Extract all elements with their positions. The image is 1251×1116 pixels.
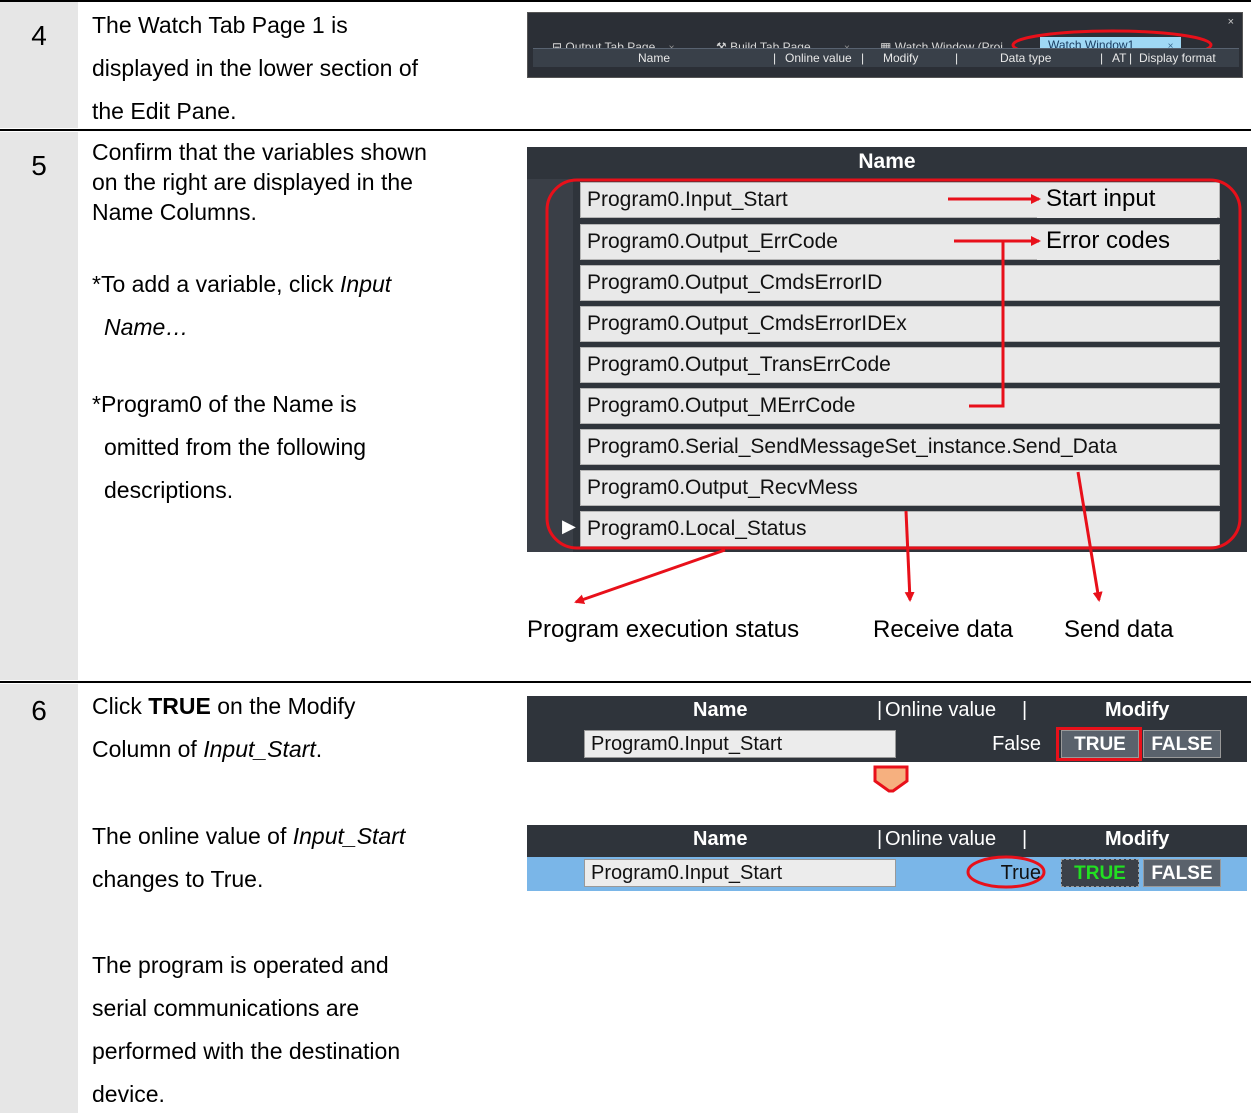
column-separator: | (861, 51, 865, 65)
text-line: displayed in the lower section of (92, 55, 419, 81)
column-online-value: Online value (785, 51, 852, 65)
text-line: The Watch Tab Page 1 is (92, 12, 348, 38)
note-italic: Name… (104, 314, 189, 340)
text-line: Confirm that the variables shown (92, 139, 427, 165)
watch-column-header: Name | Online value | Modify | Data type… (533, 48, 1239, 67)
true-button[interactable]: TRUE (1061, 859, 1139, 887)
false-button[interactable]: FALSE (1143, 730, 1221, 758)
row-divider (0, 681, 1251, 683)
text-part: . (315, 736, 323, 762)
step-6-instruction: Click TRUE on the Modify Column of Input… (92, 685, 355, 771)
column-data-type: Data type (1000, 51, 1052, 65)
column-separator: | (1100, 51, 1104, 65)
header-separator: | (877, 699, 883, 721)
text-line: on the right are displayed in the (92, 169, 413, 195)
callout-arrows (545, 178, 1242, 605)
note-italic: Input (340, 271, 392, 297)
text-line: Name Columns. (92, 199, 257, 225)
header-separator: | (1022, 699, 1028, 721)
text-line: performed with the destination (92, 1038, 401, 1064)
note-text: *To add a variable, click (92, 271, 341, 297)
text-part: Column of (92, 736, 204, 762)
variable-name-cell: Program0.Input_Start (584, 730, 896, 758)
header-separator: | (1022, 828, 1028, 850)
table-row: Program0.Input_Start True TRUE FALSE (527, 857, 1247, 891)
header-modify: Modify (1105, 828, 1170, 850)
column-name: Name (638, 51, 671, 65)
column-separator: | (1129, 51, 1133, 65)
text-line: changes to True. (92, 866, 264, 892)
step-number: 4 (31, 20, 47, 51)
text-line: device. (92, 1081, 165, 1107)
text-italic: Input_Start (292, 823, 406, 849)
column-separator: | (773, 51, 777, 65)
step-5-description: Confirm that the variables shown on the … (92, 137, 427, 227)
callout-receive-data: Receive data (873, 616, 1014, 643)
note-line: omitted from the following (104, 434, 367, 460)
step-6-outcome: The program is operated and serial commu… (92, 944, 400, 1116)
variable-name-cell: Program0.Input_Start (584, 859, 896, 887)
step-number: 5 (31, 150, 47, 181)
step-4-description: The Watch Tab Page 1 is displayed in the… (92, 4, 418, 133)
online-value-cell: False (992, 733, 1041, 755)
note-line: descriptions. (104, 477, 234, 503)
note-line: *Program0 of the Name is (92, 391, 357, 417)
down-arrow-icon (873, 765, 909, 793)
column-separator: | (955, 51, 959, 65)
text-part: Click (92, 693, 149, 719)
modify-panel-after: Name | Online value | Modify Program0.In… (527, 825, 1247, 891)
header-separator: | (877, 828, 883, 850)
header-online-value: Online value (885, 699, 997, 721)
highlight-box (1056, 727, 1142, 761)
step-6-result: The online value of Input_Start changes … (92, 815, 405, 901)
text-part: The online value of (92, 823, 293, 849)
text-italic: Input_Start (203, 736, 316, 762)
step-number-cell (0, 132, 78, 680)
header-modify: Modify (1105, 699, 1170, 721)
text-bold: TRUE (148, 693, 211, 719)
step-5-note-program0: *Program0 of the Name is omitted from th… (92, 383, 366, 512)
column-at: AT (1112, 51, 1127, 65)
step-number: 6 (31, 695, 47, 726)
header-online-value: Online value (885, 828, 997, 850)
step-5-note-add: *To add a variable, click Input Name… (92, 263, 391, 349)
highlight-ellipse (966, 855, 1046, 889)
column-display-format: Display format (1139, 51, 1216, 65)
header-name: Name (693, 699, 748, 721)
row-divider (0, 0, 1251, 2)
header-name: Name (693, 828, 748, 850)
step-number-cell (0, 684, 78, 1113)
text-line: serial communications are (92, 995, 360, 1021)
close-icon[interactable]: × (1228, 16, 1234, 28)
text-part: on the Modify (210, 693, 356, 719)
callout-program-status: Program execution status (527, 616, 800, 643)
column-modify: Modify (883, 51, 919, 65)
false-button[interactable]: FALSE (1143, 859, 1221, 887)
text-line: The program is operated and (92, 952, 389, 978)
text-line: the Edit Pane. (92, 98, 237, 124)
callout-send-data: Send data (1064, 616, 1174, 643)
